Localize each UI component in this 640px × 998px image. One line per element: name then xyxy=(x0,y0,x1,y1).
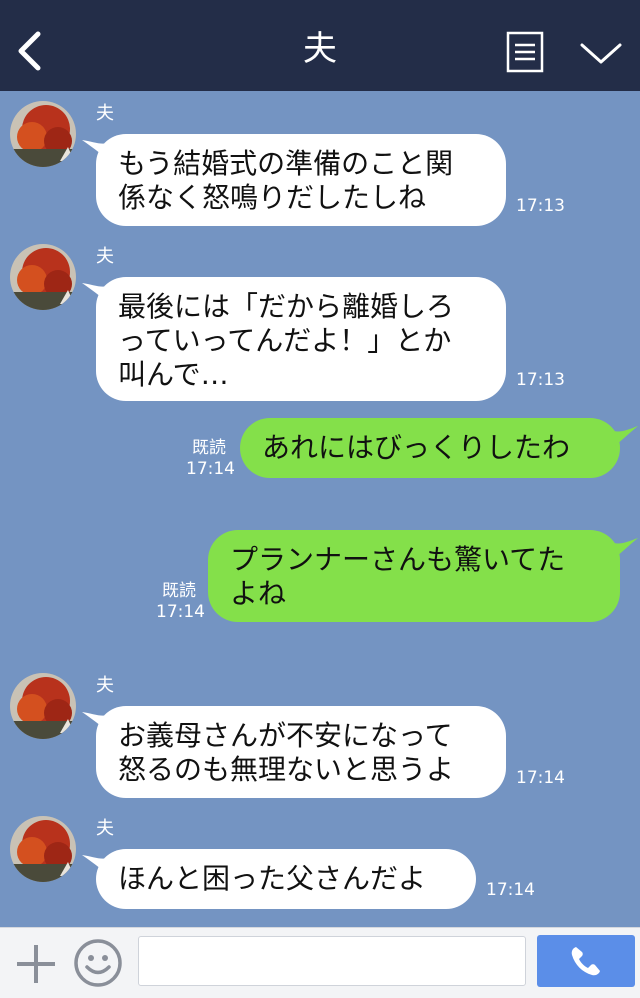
message-bubble[interactable]: ほんと困った父さんだよ xyxy=(96,849,476,909)
message-line: ほんと困った父さんだよ xyxy=(118,862,427,895)
bubble-tail xyxy=(604,426,638,454)
message-input-bar xyxy=(0,927,640,998)
read-receipt: 既読 17:14 xyxy=(186,438,235,480)
sender-name: 夫 xyxy=(96,103,114,124)
avatar[interactable] xyxy=(10,244,76,310)
message-line: 係なく怒鳴りだしたしね xyxy=(118,181,427,214)
avatar[interactable] xyxy=(10,816,76,882)
message-bubble[interactable]: 最後には「だから離婚しろ っていってんだよ！」とか 叫んで… xyxy=(96,277,506,401)
bubble-tail xyxy=(604,538,638,566)
plus-icon[interactable] xyxy=(14,942,58,986)
sender-name: 夫 xyxy=(96,246,114,267)
avatar[interactable] xyxy=(10,101,76,167)
message-time: 17:14 xyxy=(156,602,205,622)
phone-icon xyxy=(571,947,600,976)
message-bubble[interactable]: もう結婚式の準備のこと関 係なく怒鳴りだしたしね xyxy=(96,134,506,226)
message-time: 17:14 xyxy=(186,459,235,479)
message-time: 17:14 xyxy=(516,768,565,788)
sender-name: 夫 xyxy=(96,675,114,696)
read-receipt: 既読 17:14 xyxy=(156,581,205,623)
message-input[interactable] xyxy=(138,936,526,986)
message-time: 17:13 xyxy=(516,196,565,216)
chat-header: 夫 xyxy=(0,0,640,91)
chevron-down-icon[interactable] xyxy=(578,36,624,70)
message-bubble[interactable]: あれにはびっくりしたわ xyxy=(240,418,620,478)
document-list-icon[interactable] xyxy=(505,30,545,74)
read-label: 既読 xyxy=(192,438,226,458)
message-line: っていってんだよ！」とか xyxy=(118,324,452,357)
message-bubble[interactable]: プランナーさんも驚いてた よね xyxy=(208,530,620,622)
message-line: よね xyxy=(230,577,287,610)
call-button[interactable] xyxy=(537,935,635,987)
message-line: もう結婚式の準備のこと関 xyxy=(118,147,454,180)
read-label: 既読 xyxy=(162,581,196,601)
message-line: あれにはびっくりしたわ xyxy=(262,431,571,464)
avatar[interactable] xyxy=(10,673,76,739)
smiley-icon[interactable] xyxy=(73,938,123,988)
message-line: 叫んで… xyxy=(118,358,229,391)
message-time: 17:13 xyxy=(516,370,565,390)
message-line: 怒るのも無理ないと思うよ xyxy=(118,753,455,786)
sender-name: 夫 xyxy=(96,818,114,839)
message-time: 17:14 xyxy=(486,880,535,900)
message-bubble[interactable]: お義母さんが不安になって 怒るのも無理ないと思うよ xyxy=(96,706,506,798)
message-line: 最後には「だから離婚しろ xyxy=(118,290,455,323)
message-line: お義母さんが不安になって xyxy=(118,719,453,752)
message-line: プランナーさんも驚いてた xyxy=(230,543,566,576)
